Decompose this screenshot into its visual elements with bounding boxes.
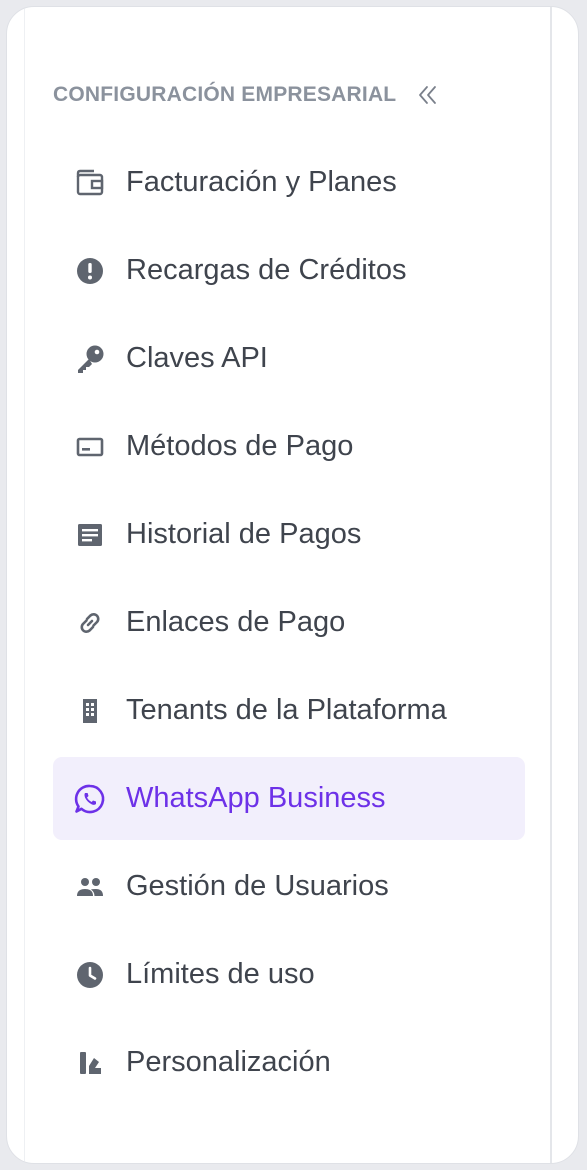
menu-item-label: Claves API (126, 342, 268, 374)
section-title: CONFIGURACIÓN EMPRESARIAL (53, 83, 397, 106)
card-icon (73, 430, 107, 464)
menu-item-label: Recargas de Créditos (126, 254, 407, 286)
collapse-button[interactable] (414, 82, 440, 108)
menu-item-payment-history[interactable]: Historial de Pagos (53, 493, 525, 576)
menu-item-usage-limits[interactable]: Límites de uso (53, 933, 525, 1016)
menu-item-credit-recharges[interactable]: Recargas de Créditos (53, 229, 525, 312)
menu-item-label: Personalización (126, 1046, 331, 1078)
clock-icon (73, 958, 107, 992)
menu-item-label: Límites de uso (126, 958, 315, 990)
key-icon (73, 342, 107, 376)
building-icon (73, 694, 107, 728)
menu-item-billing[interactable]: Facturación y Planes (53, 141, 525, 224)
menu-item-customization[interactable]: Personalización (53, 1021, 525, 1104)
wallet-icon (73, 166, 107, 200)
menu-item-user-management[interactable]: Gestión de Usuarios (53, 845, 525, 928)
section-header: CONFIGURACIÓN EMPRESARIAL (53, 75, 523, 115)
whatsapp-icon (73, 782, 107, 816)
menu-item-label: Tenants de la Plataforma (126, 694, 447, 726)
menu-item-payment-links[interactable]: Enlaces de Pago (53, 581, 525, 664)
menu-item-label: Métodos de Pago (126, 430, 354, 462)
exclamation-circle-icon (73, 254, 107, 288)
menu-item-label: Historial de Pagos (126, 518, 362, 550)
users-icon (73, 870, 107, 904)
sidebar-panel: CONFIGURACIÓN EMPRESARIAL Facturación y … (6, 6, 579, 1164)
menu-item-label: Enlaces de Pago (126, 606, 346, 638)
menu-item-label: WhatsApp Business (126, 782, 386, 814)
menu-item-platform-tenants[interactable]: Tenants de la Plataforma (53, 669, 525, 752)
double-chevron-left-icon (419, 86, 437, 104)
left-divider (24, 7, 25, 1163)
right-divider (550, 7, 552, 1163)
menu-item-label: Facturación y Planes (126, 166, 397, 198)
document-list-icon (73, 518, 107, 552)
settings-menu: Facturación y Planes Recargas de Crédito… (53, 141, 525, 1109)
brush-icon (73, 1046, 107, 1080)
menu-item-payment-methods[interactable]: Métodos de Pago (53, 405, 525, 488)
menu-item-whatsapp-business[interactable]: WhatsApp Business (53, 757, 525, 840)
link-icon (73, 606, 107, 640)
menu-item-label: Gestión de Usuarios (126, 870, 389, 902)
menu-item-api-keys[interactable]: Claves API (53, 317, 525, 400)
